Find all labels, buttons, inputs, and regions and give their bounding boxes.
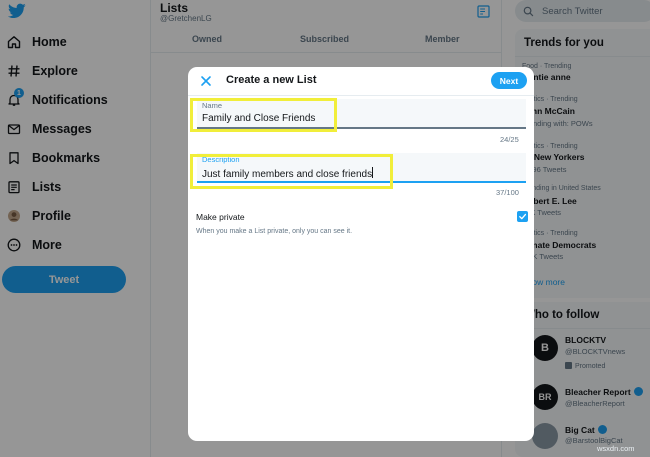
close-icon[interactable]	[199, 74, 213, 88]
name-input[interactable]: Family and Close Friends	[202, 113, 315, 124]
description-char-counter: 37/100	[496, 188, 519, 197]
dialog-divider	[188, 95, 534, 96]
make-private-label: Make private	[196, 212, 245, 222]
text-cursor	[372, 167, 374, 178]
watermark: wsxdn.com	[597, 444, 635, 453]
make-private-help: When you make a List private, only you c…	[196, 228, 353, 235]
checkmark-icon	[519, 213, 527, 220]
next-button[interactable]: Next	[491, 72, 527, 89]
name-char-counter: 24/25	[500, 135, 519, 144]
create-list-dialog: Create a new List Next Name Family and C…	[188, 67, 534, 441]
dialog-title: Create a new List	[226, 74, 317, 86]
description-text: Just family members and close friends	[202, 169, 373, 180]
description-field[interactable]: Description Just family members and clos…	[197, 153, 526, 183]
description-input[interactable]: Just family members and close friends	[202, 167, 374, 180]
name-field[interactable]: Name Family and Close Friends	[197, 99, 526, 129]
description-field-label: Description	[202, 155, 240, 164]
name-field-label: Name	[202, 101, 223, 110]
make-private-checkbox[interactable]	[517, 211, 528, 222]
